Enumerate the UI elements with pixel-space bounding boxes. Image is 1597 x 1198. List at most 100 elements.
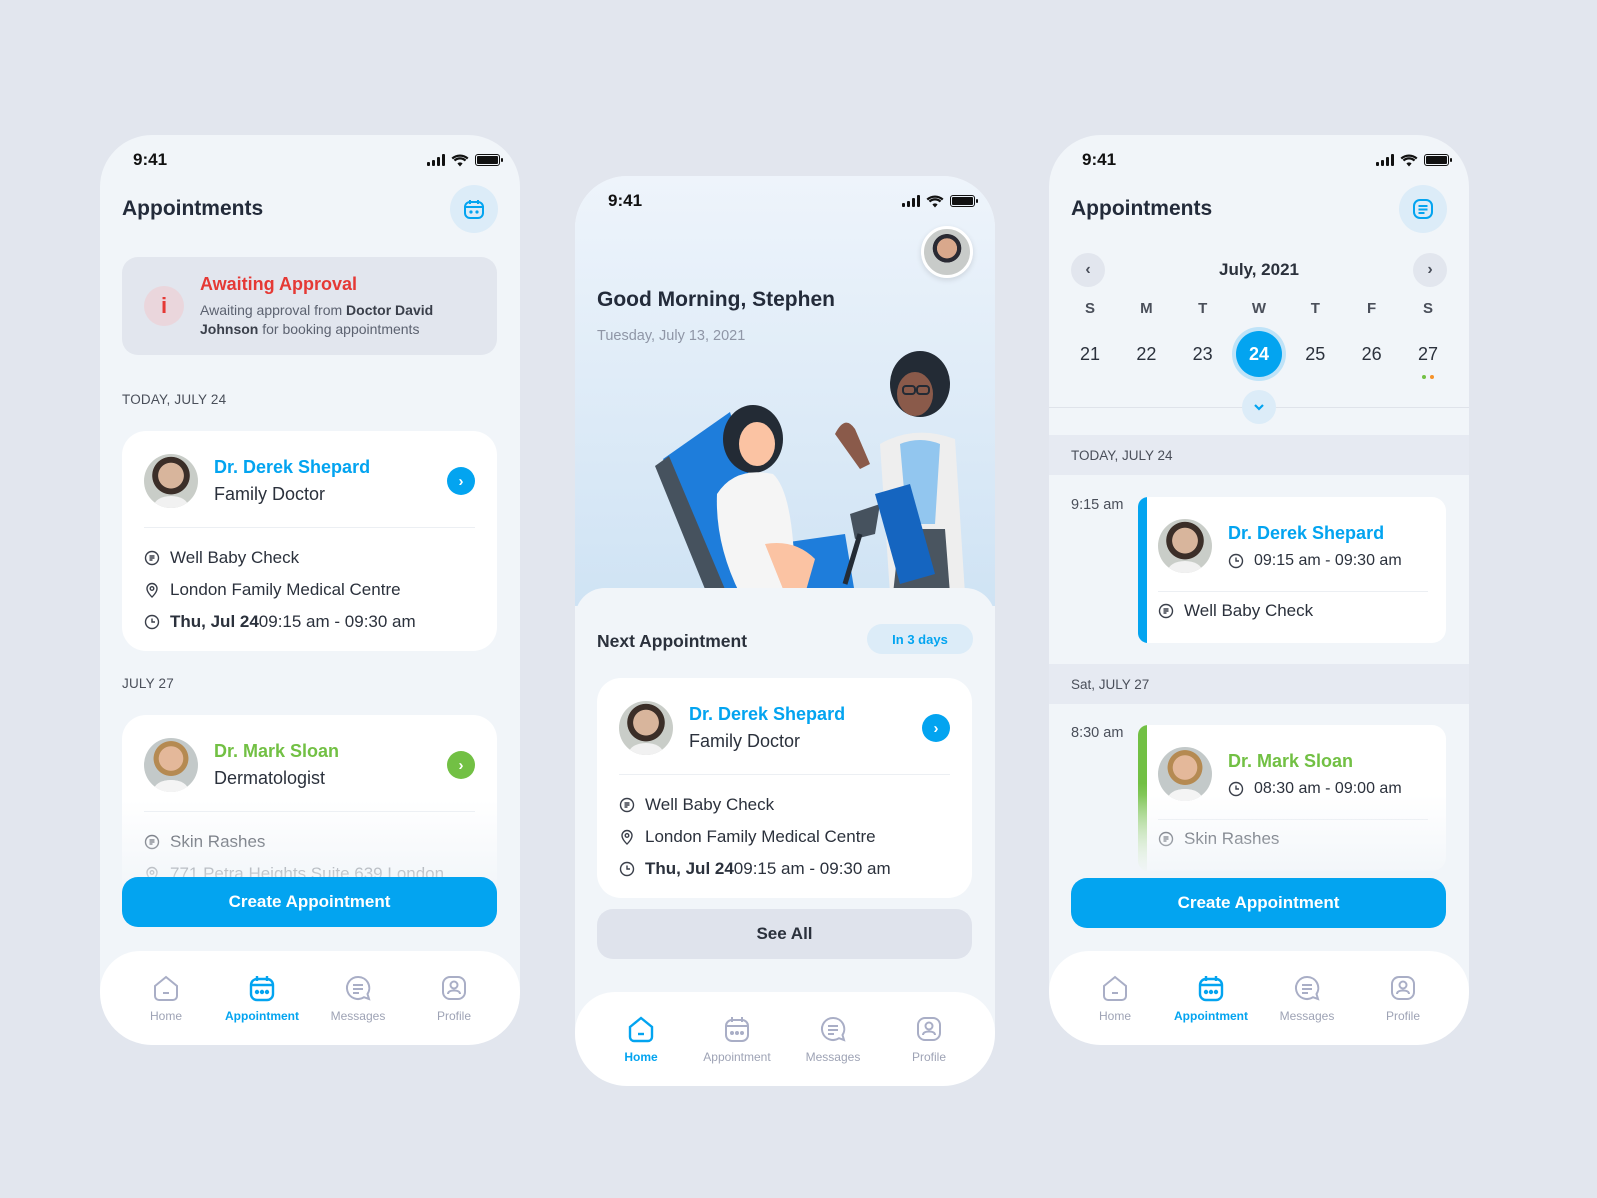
- calendar-icon: [464, 200, 484, 219]
- bottom-tab-bar: Home Appointment Messages Profile: [1049, 951, 1469, 1045]
- week-dates: 21 22 23 24 25 26 27: [1063, 331, 1455, 379]
- tab-appointment[interactable]: Appointment: [1166, 973, 1256, 1045]
- section-label-july-27: Sat, JULY 27: [1049, 664, 1469, 704]
- appointment-card[interactable]: Dr. Derek Shepard Family Doctor › Well B…: [122, 431, 497, 651]
- doctor-name: Dr. Mark Sloan: [1228, 750, 1354, 771]
- event-dots: [1401, 375, 1455, 421]
- datetime-row: Thu, Jul 24 09:15 am - 09:30 am: [144, 606, 475, 638]
- wifi-icon: [451, 153, 469, 166]
- open-appointment-button[interactable]: ›: [922, 714, 950, 742]
- create-appointment-button[interactable]: Create Appointment: [1071, 878, 1446, 928]
- chevron-right-icon: ›: [458, 472, 464, 490]
- tab-appointment[interactable]: Appointment: [692, 1014, 782, 1086]
- weekday-label: T: [1198, 300, 1208, 317]
- tab-messages[interactable]: Messages: [788, 1014, 878, 1086]
- tab-profile[interactable]: Profile: [409, 973, 499, 1045]
- tab-messages[interactable]: Messages: [1262, 973, 1352, 1045]
- signal-icon: [902, 195, 920, 207]
- tab-profile[interactable]: Profile: [1358, 973, 1448, 1045]
- list-icon: [1413, 199, 1433, 219]
- tab-messages[interactable]: Messages: [313, 973, 403, 1045]
- alert-text: Awaiting approval from Doctor David John…: [200, 301, 434, 337]
- alert-title: Awaiting Approval: [200, 273, 358, 294]
- divider: [1158, 819, 1428, 820]
- reason-row: Well Baby Check: [619, 789, 950, 821]
- open-appointment-button[interactable]: ›: [447, 751, 475, 779]
- profile-icon: [442, 976, 466, 1000]
- section-label-today: TODAY, JULY 24: [1049, 435, 1469, 475]
- note-icon: [144, 834, 160, 850]
- page-title: Appointments: [122, 197, 264, 220]
- next-month-button[interactable]: ›: [1413, 253, 1447, 287]
- status-bar: 9:41: [133, 149, 503, 171]
- reason-row: Skin Rashes: [144, 826, 475, 858]
- location-row: London Family Medical Centre: [619, 821, 950, 853]
- calendar-view-button[interactable]: [450, 185, 498, 233]
- create-appointment-button[interactable]: Create Appointment: [122, 877, 497, 927]
- date-cell[interactable]: 27: [1401, 331, 1455, 379]
- clock-icon: [144, 614, 160, 630]
- list-view-button[interactable]: [1399, 185, 1447, 233]
- note-icon: [1158, 831, 1174, 847]
- battery-icon: [475, 154, 503, 166]
- phone-home: 9:41 Good Morning, Stephen Tuesday, July…: [575, 176, 995, 1086]
- date-cell[interactable]: 26: [1345, 331, 1399, 377]
- status-bar: 9:41: [1082, 149, 1452, 171]
- tab-profile[interactable]: Profile: [884, 1014, 974, 1086]
- open-appointment-button[interactable]: ›: [447, 467, 475, 495]
- weekday-label: W: [1251, 300, 1267, 317]
- tab-home[interactable]: Home: [121, 973, 211, 1045]
- bottom-tab-bar: Home Appointment Messages Profile: [100, 951, 520, 1045]
- user-avatar[interactable]: [921, 226, 973, 278]
- weekday-label: M: [1140, 300, 1153, 317]
- tab-home[interactable]: Home: [1070, 973, 1160, 1045]
- status-bar: 9:41: [608, 190, 978, 212]
- days-until-badge: In 3 days: [867, 624, 973, 654]
- doctor-specialty: Family Doctor: [214, 484, 326, 504]
- timeline-appointment-card[interactable]: Dr. Derek Shepard 09:15 am - 09:30 am We…: [1138, 497, 1446, 643]
- tab-home[interactable]: Home: [596, 1014, 686, 1086]
- phone-appointments-list: 9:41 Appointments i Awaiting Approval Aw…: [100, 135, 520, 1045]
- prev-month-button[interactable]: ‹: [1071, 253, 1105, 287]
- date-cell-selected[interactable]: 24: [1232, 331, 1286, 377]
- next-appointment-card[interactable]: Dr. Derek Shepard Family Doctor › Well B…: [597, 678, 972, 898]
- section-label-july-27: JULY 27: [122, 676, 174, 691]
- message-icon: [346, 975, 371, 1001]
- phone-appointments-calendar: 9:41 Appointments ‹ July, 2021 › S M T W…: [1049, 135, 1469, 1045]
- clock-icon: [1228, 553, 1244, 568]
- calendar-icon: [725, 1017, 749, 1042]
- divider: [1158, 591, 1428, 592]
- chevron-left-icon: ‹: [1085, 261, 1091, 278]
- slot-time: 9:15 am: [1071, 497, 1124, 513]
- divider: [144, 811, 475, 812]
- doctor-patient-illustration: [655, 351, 965, 594]
- calendar-icon: [249, 976, 275, 1002]
- clock-icon: [619, 861, 635, 877]
- awaiting-approval-alert: i Awaiting Approval Awaiting approval fr…: [122, 257, 497, 355]
- note-icon: [144, 550, 160, 566]
- date-cell[interactable]: 21: [1063, 331, 1117, 377]
- status-time: 9:41: [608, 191, 643, 210]
- status-time: 9:41: [1082, 150, 1117, 169]
- timeline-appointment-card[interactable]: Dr. Mark Sloan 08:30 am - 09:00 am Skin …: [1138, 725, 1446, 871]
- see-all-button[interactable]: See All: [597, 909, 972, 959]
- date-cell[interactable]: 25: [1288, 331, 1342, 377]
- tab-appointment[interactable]: Appointment: [217, 973, 307, 1045]
- date-cell[interactable]: 22: [1119, 331, 1173, 377]
- bottom-tab-bar: Home Appointment Messages Profile: [575, 992, 995, 1086]
- expand-calendar-button[interactable]: [1242, 390, 1276, 424]
- message-icon: [821, 1016, 846, 1042]
- datetime-row: Thu, Jul 24 09:15 am - 09:30 am: [619, 853, 950, 885]
- doctor-name: Dr. Derek Shepard: [214, 457, 371, 477]
- current-date: Tuesday, July 13, 2021: [597, 328, 746, 344]
- weekday-label: S: [1422, 300, 1433, 317]
- clock-icon: [1228, 781, 1244, 796]
- home-icon: [1103, 975, 1127, 1001]
- doctor-name: Dr. Mark Sloan: [214, 741, 340, 761]
- doctor-name: Dr. Derek Shepard: [1228, 522, 1385, 543]
- reason-row: Well Baby Check: [144, 542, 475, 574]
- divider: [619, 774, 950, 775]
- date-cell[interactable]: 23: [1176, 331, 1230, 377]
- signal-icon: [427, 154, 445, 166]
- note-icon: [1158, 603, 1174, 619]
